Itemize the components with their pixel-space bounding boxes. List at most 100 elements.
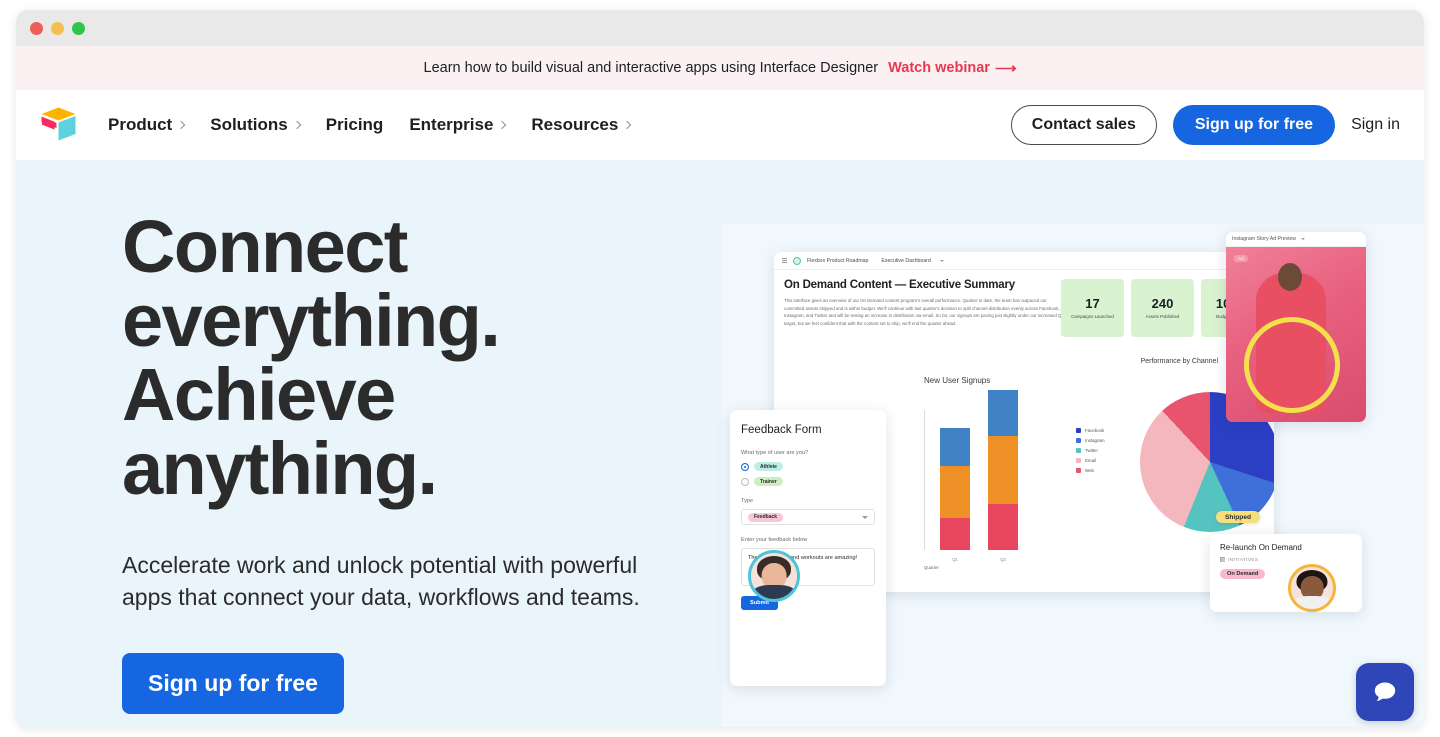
x-axis-label: Quarter <box>924 565 939 570</box>
product-screenshot: Flexbox Product Roadmap Executive Dashbo… <box>722 224 1424 727</box>
stat-label: Campaigns Launched <box>1071 313 1114 319</box>
radio-option-label: Trainer <box>754 477 783 486</box>
legend-swatch <box>1076 468 1081 473</box>
hero-section: Connect everything. Achieve anything. Ac… <box>16 160 1424 727</box>
pie-legend: Facebook Instagram Twitter Email Web <box>1076 428 1105 473</box>
legend-item: Instagram <box>1076 438 1105 443</box>
status-badge: Shipped <box>1216 511 1261 523</box>
story-preview-card: Instagram Story Ad Preview Ad <box>1226 232 1366 422</box>
hero-signup-button[interactable]: Sign up for free <box>122 653 344 715</box>
legend-item: Web <box>1076 468 1105 473</box>
breadcrumb-current[interactable]: Executive Dashboard <box>881 258 930 264</box>
minimize-icon[interactable] <box>51 21 64 35</box>
legend-label: Twitter <box>1085 448 1098 453</box>
story-card-header: Instagram Story Ad Preview <box>1226 232 1366 247</box>
radio-icon[interactable] <box>741 477 749 486</box>
watch-webinar-link[interactable]: Watch webinar ⟶ <box>888 60 1016 76</box>
stat-label: Assets Published <box>1145 313 1180 319</box>
legend-swatch <box>1076 448 1081 453</box>
avatar-face <box>1291 567 1333 609</box>
nav-item-resources-label: Resources <box>531 115 619 134</box>
story-image: Ad <box>1226 247 1366 422</box>
close-icon[interactable] <box>30 21 43 35</box>
sign-in-link[interactable]: Sign in <box>1351 116 1400 134</box>
chevron-down-icon[interactable] <box>939 259 944 262</box>
stat-card: 17 Campaigns Launched <box>1061 279 1124 337</box>
nav-item-solutions[interactable]: Solutions <box>210 115 301 135</box>
airtable-logo[interactable] <box>38 105 80 145</box>
legend-item: Twitter <box>1076 448 1105 453</box>
feedback-field-label: Enter your feedback below <box>741 537 808 543</box>
bar-chart-title: New User Signups <box>924 376 991 385</box>
radio-option-label: Athlete <box>754 462 783 471</box>
nav-item-product[interactable]: Product <box>108 115 186 135</box>
relaunch-card: Re-launch On Demand INITIATIVES On Deman… <box>1210 534 1362 612</box>
bar-q1 <box>940 428 970 550</box>
nav-actions: Contact sales Sign up for free Sign in <box>1010 105 1400 145</box>
dashboard-toolbar: Flexbox Product Roadmap Executive Dashbo… <box>774 252 1274 270</box>
window-titlebar <box>16 10 1424 46</box>
type-select[interactable]: Feedback <box>741 509 875 525</box>
promo-banner: Learn how to build visual and interactiv… <box>16 46 1424 90</box>
chevron-right-icon <box>498 120 507 129</box>
grid-icon <box>1220 557 1225 562</box>
bar-chart: Q1 Q2 Quarter <box>924 390 1034 570</box>
nav-item-pricing[interactable]: Pricing <box>326 115 384 135</box>
hula-hoop-prop <box>1231 304 1353 422</box>
relaunch-card-tag: On Demand <box>1220 569 1266 579</box>
radio-option-trainer[interactable]: Trainer <box>741 477 875 486</box>
nav-signup-button[interactable]: Sign up for free <box>1172 105 1336 145</box>
legend-swatch <box>1076 438 1081 443</box>
y-axis <box>924 410 925 550</box>
ad-tag: Ad <box>1234 255 1248 262</box>
pie-chart-title: Performance by Channel <box>1140 358 1218 365</box>
nav-item-enterprise-label: Enterprise <box>409 115 494 134</box>
legend-label: Email <box>1085 458 1096 463</box>
feedback-question: What type of user are you? <box>741 450 809 456</box>
nav-links: Product Solutions Pricing Enterprise Res… <box>108 115 632 135</box>
maximize-icon[interactable] <box>72 21 85 35</box>
legend-label: Facebook <box>1085 428 1105 433</box>
contact-sales-button[interactable]: Contact sales <box>1010 105 1157 145</box>
nav-item-product-label: Product <box>108 115 173 134</box>
dashboard-body: On Demand Content — Executive Summary Th… <box>774 270 1274 570</box>
watch-webinar-label: Watch webinar <box>888 60 990 76</box>
nav-item-enterprise[interactable]: Enterprise <box>409 115 507 135</box>
legend-item: Facebook <box>1076 428 1105 433</box>
chevron-right-icon <box>176 120 186 129</box>
relaunch-card-meta: INITIATIVES <box>1220 557 1352 562</box>
dashboard-paragraph: This interface gives an overview of our … <box>784 298 1064 326</box>
menu-icon[interactable] <box>782 258 787 263</box>
chevron-right-icon <box>292 120 301 129</box>
screen: Learn how to build visual and interactiv… <box>0 0 1440 737</box>
chevron-down-icon[interactable] <box>1301 238 1306 240</box>
radio-option-athlete[interactable]: Athlete <box>741 462 875 471</box>
nav-item-resources[interactable]: Resources <box>531 115 632 135</box>
hero-subtitle: Accelerate work and unlock potential wit… <box>122 552 640 610</box>
hero-title-line-3: Achieve <box>122 353 396 436</box>
legend-swatch <box>1076 458 1081 463</box>
hero-copy: Connect everything. Achieve anything. Ac… <box>122 205 702 715</box>
breadcrumb[interactable]: Flexbox Product Roadmap <box>807 258 868 264</box>
story-card-title: Instagram Story Ad Preview <box>1232 236 1297 242</box>
radio-icon[interactable] <box>741 462 749 471</box>
legend-item: Email <box>1076 458 1105 463</box>
avatar-face <box>751 553 797 599</box>
avatar <box>748 550 800 602</box>
chat-widget-button[interactable] <box>1356 663 1414 721</box>
chevron-down-icon <box>862 515 868 519</box>
chevron-right-icon <box>623 120 632 129</box>
relaunch-card-meta-label: INITIATIVES <box>1228 557 1259 562</box>
hero-title-line-4: anything. <box>122 427 438 510</box>
relaunch-card-title: Re-launch On Demand <box>1220 543 1302 552</box>
x-tick-label: Q2 <box>1000 557 1006 562</box>
feedback-form-card: Feedback Form What type of user are you?… <box>730 410 886 686</box>
stat-value: 17 <box>1085 295 1100 311</box>
model-head <box>1278 263 1302 291</box>
promo-banner-text: Learn how to build visual and interactiv… <box>423 60 879 76</box>
hero-title-line-2: everything. <box>122 279 501 362</box>
nav-item-solutions-label: Solutions <box>210 115 288 134</box>
hero-title-line-1: Connect <box>122 205 408 288</box>
legend-label: Web <box>1085 468 1094 473</box>
legend-label: Instagram <box>1085 438 1105 443</box>
